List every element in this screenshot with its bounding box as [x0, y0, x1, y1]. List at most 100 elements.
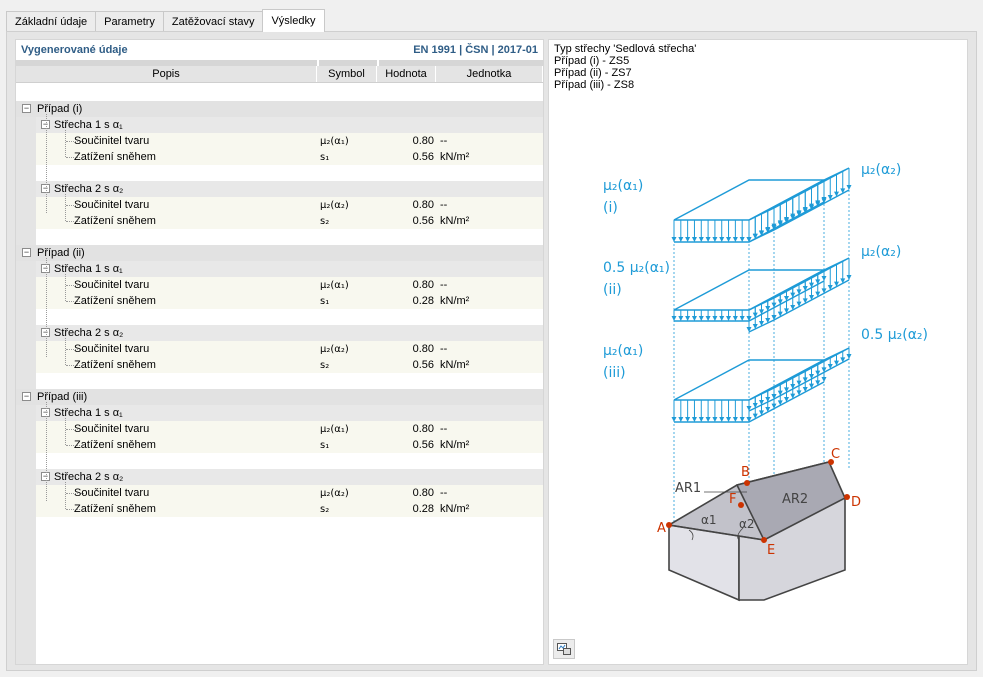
point-a: [666, 522, 672, 528]
spacer-row: [36, 373, 543, 389]
table-row[interactable]: Zatížení sněhem s₁ 0.28 kN/m²: [36, 293, 543, 309]
row-symbol: μ₂(α₁): [320, 279, 349, 291]
table-row[interactable]: Zatížení sněhem s₂ 0.28 kN/m²: [36, 501, 543, 517]
tree-line: [65, 130, 66, 157]
row-symbol: μ₂(α₁): [320, 423, 349, 435]
table-row[interactable]: Zatížení sněhem s₁ 0.56 kN/m²: [36, 149, 543, 165]
point-b: [744, 480, 750, 486]
spacer-row: [36, 309, 543, 325]
row-value: 0.56: [412, 439, 434, 451]
tree-line: [46, 402, 47, 501]
case-row[interactable]: − Případ (iii): [16, 389, 543, 405]
load-arrowhead: [739, 417, 745, 422]
row-name: Součinitel tvaru: [74, 487, 150, 499]
roof-row[interactable]: − Střecha 1 s α₁: [36, 117, 543, 133]
roof-row[interactable]: − Střecha 1 s α₁: [36, 405, 543, 421]
case-row[interactable]: − Případ (i): [16, 101, 543, 117]
row-name: Zatížení sněhem: [74, 503, 156, 515]
tree-line: [65, 274, 66, 301]
tree-line: [46, 258, 47, 357]
table-row[interactable]: Součinitel tvaru μ₂(α₁) 0.80 --: [36, 277, 543, 293]
row-value: 0.80: [412, 199, 434, 211]
row-symbol: s₂: [320, 359, 330, 371]
roof-row[interactable]: − Střecha 2 s α₂: [36, 325, 543, 341]
load-arrowhead: [726, 316, 732, 321]
column-header-jednotka[interactable]: Jednotka: [436, 66, 543, 82]
angle-label-a2: α2: [739, 517, 755, 531]
load-arrowhead: [678, 237, 684, 242]
collapse-icon[interactable]: −: [22, 104, 31, 113]
case-label: Případ (iii): [37, 391, 88, 403]
row-value: 0.56: [412, 215, 434, 227]
point-f: [738, 502, 744, 508]
load-arrowhead: [691, 237, 697, 242]
load-arrowhead: [719, 316, 725, 321]
roof-row[interactable]: − Střecha 2 s α₂: [36, 181, 543, 197]
standard-label: EN 1991 | ČSN | 2017-01: [413, 44, 538, 56]
row-name: Zatížení sněhem: [74, 295, 156, 307]
load-arrowhead: [705, 417, 711, 422]
row-value: 0.56: [412, 359, 434, 371]
table-row[interactable]: Zatížení sněhem s₂ 0.56 kN/m²: [36, 357, 543, 373]
row-unit: --: [440, 279, 448, 291]
tree-line: [46, 114, 47, 213]
load-arrowhead: [732, 316, 738, 321]
row-name: Součinitel tvaru: [74, 135, 150, 147]
tree-line: [65, 482, 66, 509]
tree-line: [66, 349, 84, 350]
table-row[interactable]: Zatížení sněhem s₂ 0.56 kN/m²: [36, 213, 543, 229]
tab-bar: Základní údaje Parametry Zatěžovací stavy V…: [6, 9, 325, 32]
results-tree: − Případ (i) − Střecha 1 s α₁ Součinitel tva…: [16, 101, 543, 533]
tab-3[interactable]: Výsledky: [262, 9, 325, 32]
case-number-label: (i): [603, 200, 618, 216]
row-unit: kN/m²: [440, 215, 470, 227]
tab-2[interactable]: Zatěžovací stavy: [162, 11, 264, 32]
point-d: [844, 494, 850, 500]
row-symbol: s₁: [320, 439, 330, 451]
table-row[interactable]: Součinitel tvaru μ₂(α₂) 0.80 --: [36, 197, 543, 213]
table-row[interactable]: Součinitel tvaru μ₂(α₁) 0.80 --: [36, 133, 543, 149]
column-header-popis[interactable]: Popis: [16, 66, 317, 82]
tree-line: [66, 285, 84, 286]
area-label-ar1: AR1: [675, 481, 701, 496]
export-picture-icon: [557, 643, 571, 655]
load-arrowhead: [678, 417, 684, 422]
load-arrowhead: [705, 237, 711, 242]
table-title: Vygenerované údaje: [21, 44, 128, 56]
collapse-icon[interactable]: −: [22, 248, 31, 257]
tab-1[interactable]: Parametry: [95, 11, 164, 32]
area-label-ar2: AR2: [782, 492, 808, 507]
table-row[interactable]: Zatížení sněhem s₁ 0.56 kN/m²: [36, 437, 543, 453]
export-picture-button[interactable]: [553, 639, 575, 659]
collapse-icon[interactable]: −: [22, 392, 31, 401]
row-name: Zatížení sněhem: [74, 215, 156, 227]
roof-row[interactable]: − Střecha 2 s α₂: [36, 469, 543, 485]
case-row[interactable]: − Případ (ii): [16, 245, 543, 261]
tree-line: [66, 365, 84, 366]
load-arrowhead: [691, 316, 697, 321]
tab-0[interactable]: Základní údaje: [6, 11, 97, 32]
spacer-row: [36, 229, 543, 245]
spacer-row: [36, 517, 543, 533]
column-header-hodnota[interactable]: Hodnota: [377, 66, 436, 82]
case-left-label: μ₂(α₁): [603, 343, 643, 359]
case-left-label: 0.5 μ₂(α₁): [603, 260, 670, 276]
row-symbol: μ₂(α₂): [320, 199, 349, 211]
table-row[interactable]: Součinitel tvaru μ₂(α₁) 0.80 --: [36, 421, 543, 437]
table-row[interactable]: Součinitel tvaru μ₂(α₂) 0.80 --: [36, 485, 543, 501]
roof-row[interactable]: − Střecha 1 s α₁: [36, 261, 543, 277]
load-arrowhead: [698, 237, 704, 242]
column-header-symbol[interactable]: Symbol: [317, 66, 377, 82]
tree-line: [66, 429, 84, 430]
case-right-label: μ₂(α₂): [861, 244, 901, 260]
row-unit: kN/m²: [440, 439, 470, 451]
row-symbol: μ₂(α₁): [320, 135, 349, 147]
table-row[interactable]: Součinitel tvaru μ₂(α₂) 0.80 --: [36, 341, 543, 357]
case-right-label: μ₂(α₂): [861, 162, 901, 178]
row-symbol: s₂: [320, 215, 330, 227]
row-unit: --: [440, 199, 448, 211]
tree-line: [66, 301, 84, 302]
point-label-d: D: [851, 495, 861, 510]
row-symbol: s₂: [320, 503, 330, 515]
load-block-2: [671, 257, 852, 333]
